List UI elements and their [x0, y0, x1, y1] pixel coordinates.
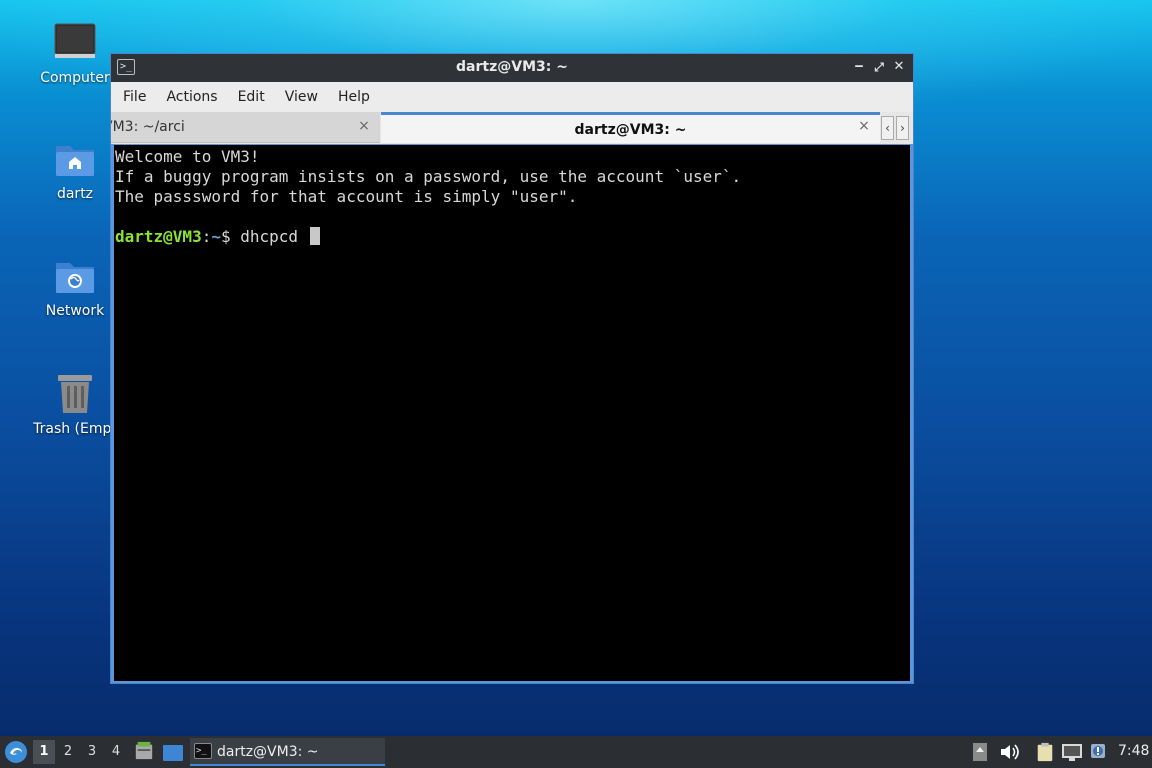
tab-label: VM3: ~/arci [111, 119, 185, 135]
menu-bar: File Actions Edit View Help [111, 82, 913, 112]
terminal-task-icon: >_ [194, 743, 212, 759]
desktop-icon-trash[interactable]: Trash (Empt [27, 373, 123, 437]
close-button[interactable]: ✕ [890, 58, 908, 76]
menu-view[interactable]: View [275, 82, 328, 112]
menu-actions[interactable]: Actions [156, 82, 227, 112]
window-title: dartz@VM3: ~ [456, 59, 568, 75]
volume-icon[interactable] [998, 742, 1020, 762]
minimize-button[interactable]: ‒ [850, 58, 868, 76]
desktop-icon-network[interactable]: Network [27, 257, 123, 319]
menu-edit[interactable]: Edit [228, 82, 275, 112]
taskbar-task-terminal[interactable]: >_ dartz@VM3: ~ [190, 738, 385, 766]
workspace-2[interactable]: 2 [57, 740, 79, 764]
tab-scroll-right-icon[interactable]: › [896, 116, 909, 140]
file-manager-icon[interactable] [134, 741, 154, 761]
workspace-1[interactable]: 1 [33, 740, 55, 764]
tab-bar: VM3: ~/arci × dartz@VM3: ~ × ‹ › [111, 112, 913, 144]
network-icon[interactable] [1061, 742, 1083, 762]
window-titlebar[interactable]: >_ dartz@VM3: ~ ‒ ⤢ ✕ [111, 54, 913, 82]
terminal-prompt-line: dartz@VM3:~$ dhcpcd [115, 227, 910, 247]
start-menu-button[interactable] [5, 741, 27, 763]
prompt-path: ~ [211, 227, 221, 246]
notification-icon[interactable] [1089, 742, 1109, 762]
taskbar: 1 2 3 4 >_ dartz@VM3: ~ 7:48 [0, 736, 1152, 768]
clock[interactable]: 7:48 [1118, 743, 1149, 759]
terminal-output[interactable]: Welcome to VM3! If a buggy program insis… [114, 145, 910, 681]
network-folder-icon [56, 263, 94, 293]
home-folder-icon [56, 146, 94, 176]
menu-file[interactable]: File [113, 82, 156, 112]
text-cursor [309, 227, 320, 245]
show-desktop-icon[interactable] [162, 743, 184, 763]
terminal-line: Welcome to VM3! [115, 147, 260, 166]
desktop-icon-label: dartz [56, 186, 94, 202]
tab-label: dartz@VM3: ~ [574, 122, 687, 138]
monitor-icon [54, 23, 96, 58]
menu-help[interactable]: Help [328, 82, 380, 112]
desktop-icon-label: Trash (Empt [33, 421, 117, 437]
task-label: dartz@VM3: ~ [217, 744, 319, 760]
maximize-button[interactable]: ⤢ [870, 58, 888, 76]
lxqt-logo-icon [6, 742, 26, 762]
desktop-icon-label: Computer [40, 70, 110, 86]
tab-scroll-left-icon[interactable]: ‹ [881, 116, 894, 140]
desktop-icon-home[interactable]: dartz [27, 140, 123, 202]
workspace-3[interactable]: 3 [81, 740, 103, 764]
terminal-line: If a buggy program insists on a password… [115, 167, 742, 186]
updates-icon[interactable] [972, 742, 988, 762]
clipboard-icon[interactable] [1035, 742, 1055, 762]
terminal-line: The passsword for that account is simply… [115, 187, 578, 206]
desktop-icon-label: Network [45, 303, 105, 319]
workspace-4[interactable]: 4 [105, 740, 127, 764]
tab-close-icon[interactable]: × [856, 112, 872, 140]
desktop-icon-computer[interactable]: Computer [27, 22, 123, 86]
prompt-colon: : [201, 227, 212, 246]
trash-icon [58, 375, 92, 413]
tab-home[interactable]: dartz@VM3: ~ × [381, 112, 880, 143]
prompt-symbol: $ [220, 227, 241, 246]
tab-arci[interactable]: VM3: ~/arci × [111, 112, 380, 143]
tab-close-icon[interactable]: × [356, 112, 372, 140]
command-input[interactable]: dhcpcd [240, 227, 307, 246]
terminal-window: >_ dartz@VM3: ~ ‒ ⤢ ✕ File Actions Edit … [110, 53, 914, 684]
prompt-user-host: dartz@VM3 [115, 227, 202, 246]
